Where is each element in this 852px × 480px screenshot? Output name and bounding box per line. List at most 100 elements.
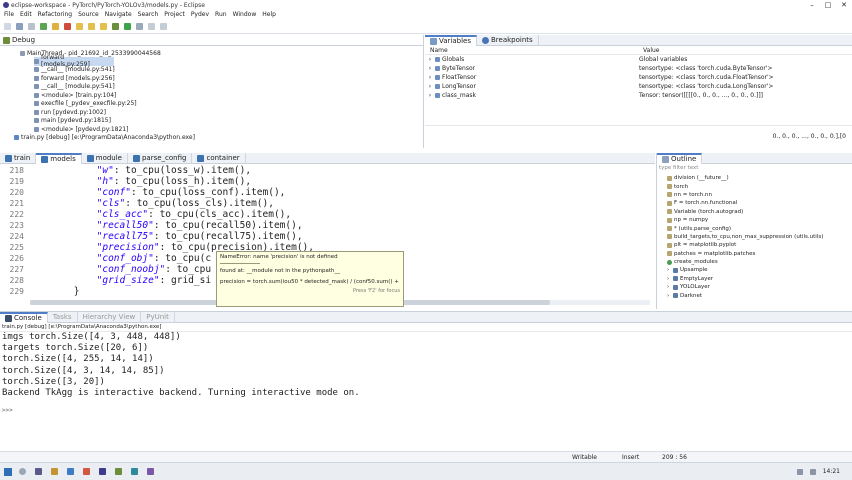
outline-item[interactable]: F = torch.nn.functional [667,199,852,207]
volume-icon[interactable] [809,468,816,475]
console-prompt[interactable]: >>> [2,405,852,416]
taskbar-search-icon[interactable] [19,468,26,475]
expand-icon[interactable]: › [425,83,435,90]
search-icon[interactable] [136,22,143,30]
outline-item[interactable]: › Upsample [667,266,852,274]
tab-pyunit[interactable]: PyUnit [141,311,175,323]
taskbar-app-icon[interactable] [99,468,106,475]
tab-module[interactable]: module [82,152,128,164]
outline-filter[interactable]: type filter text [657,165,852,173]
network-icon[interactable] [796,468,803,475]
minimize-button[interactable]: – [804,1,820,9]
debug-process[interactable]: train.py [debug] [e:\ProgramData\Anacond… [14,134,423,142]
menu-pydev[interactable]: Pydev [191,11,209,18]
start-icon[interactable] [4,467,12,476]
variable-row[interactable]: › LongTensor tensortype: <class 'torch.cud… [425,82,852,91]
stack-frame[interactable]: run [pydevd.py:1002] [34,108,423,117]
outline-item[interactable]: plt = matplotlib.pyplot [667,241,852,249]
console-output[interactable]: imgs torch.Size([4, 3, 448, 448]) target… [0,332,852,416]
taskbar-app-icon[interactable] [115,468,122,475]
stack-frame[interactable]: execfile [_pydev_execfile.py:25] [34,100,423,109]
taskbar-app-icon[interactable] [147,468,154,475]
print-icon[interactable] [28,22,35,30]
outline-item[interactable]: › EmptyLayer [667,275,852,283]
stack-frame[interactable]: forward [models.py:259] [34,54,114,68]
class-icon [673,284,678,290]
menu-window[interactable]: Window [233,11,257,18]
step-return-icon[interactable] [100,22,107,30]
expand-icon[interactable]: › [425,74,435,81]
outline-item[interactable]: division (__future__) [667,174,852,182]
outline-item[interactable]: nn = torch.nn [667,191,852,199]
stack-frame[interactable]: main [pydevd.py:1815] [34,117,423,126]
taskbar-app-icon[interactable] [83,468,90,475]
variable-row[interactable]: › Globals Global variables [425,55,852,64]
taskbar-app-icon[interactable] [35,468,42,475]
menu-project[interactable]: Project [164,11,185,18]
tab-models[interactable]: models [36,152,82,164]
col-name[interactable]: Name [425,47,639,54]
clock[interactable]: 14:21 [823,468,840,475]
tab-parse-config[interactable]: parse_config [128,152,193,164]
outline-item[interactable]: patches = matplotlib.patches [667,250,852,258]
menu-edit[interactable]: Edit [20,11,32,18]
variable-row[interactable]: › ByteTensor tensortype: <class 'torch.cud… [425,64,852,73]
tab-outline[interactable]: Outline [657,152,703,164]
run-icon[interactable] [124,22,131,30]
variable-row[interactable]: › class_mask Tensor: tensor([[[[0., 0., 0.… [425,91,852,100]
menu-navigate[interactable]: Navigate [105,11,132,18]
menu-search[interactable]: Search [138,11,159,18]
tab-hierarchy-view[interactable]: Hierarchy View [78,311,142,323]
tab-container[interactable]: container [192,152,246,164]
tab-tasks[interactable]: Tasks [48,311,78,323]
stack-frame[interactable]: <module> [train.py:104] [34,91,423,100]
terminate-icon[interactable] [64,22,71,30]
forward-icon[interactable] [160,22,167,30]
close-button[interactable]: ✕ [836,1,852,9]
stack-frame[interactable]: forward [models.py:256] [34,74,423,83]
menu-source[interactable]: Source [78,11,99,18]
menu-help[interactable]: Help [262,11,276,18]
variable-row[interactable]: › FloatTensor tensortype: <class 'torch.cu… [425,73,852,82]
outline-item[interactable]: create_modules [667,258,852,266]
tab-console[interactable]: Console [0,311,48,323]
tab-variables[interactable]: Variables [425,34,477,46]
back-icon[interactable] [148,22,155,30]
new-icon[interactable] [4,22,11,30]
taskbar-app-icon[interactable] [131,468,138,475]
breakpoint-icon [482,36,489,44]
tab-train[interactable]: train [0,152,37,164]
menu-file[interactable]: File [4,11,14,18]
menu-refactoring[interactable]: Refactoring [38,11,72,18]
taskbar-app-icon[interactable] [67,468,74,475]
col-value[interactable]: Value [639,47,659,54]
save-icon[interactable] [16,22,23,30]
stack-frame[interactable]: <module> [pydevd.py:1821] [34,125,423,134]
menu-run[interactable]: Run [215,11,227,18]
line-number: 227 [9,265,24,274]
outline-item[interactable]: * (utils.parse_config) [667,224,852,232]
step-into-icon[interactable] [76,22,83,30]
step-over-icon[interactable] [88,22,95,30]
expand-icon[interactable]: › [425,65,435,72]
import-icon [667,200,672,206]
resume-icon[interactable] [40,22,47,30]
taskbar-app-icon[interactable] [51,468,58,475]
function-icon [667,259,672,265]
expand-icon[interactable]: › [425,92,435,99]
outline-item[interactable]: › YOLOLayer [667,283,852,291]
frame-icon [34,118,39,124]
outline-item[interactable]: np = numpy [667,216,852,224]
debug-icon[interactable] [112,22,119,30]
stack-frame[interactable]: __call__ [module.py:541] [34,66,423,75]
outline-item[interactable]: Variable (torch.autograd) [667,208,852,216]
expand-icon[interactable]: › [425,56,435,63]
outline-item[interactable]: torch [667,182,852,190]
suspend-icon[interactable] [52,22,59,30]
stack-frame[interactable]: __call__ [module.py:541] [34,83,423,92]
maximize-button[interactable]: □ [820,1,836,9]
outline-item[interactable]: › Darknet [667,291,852,299]
tab-breakpoints[interactable]: Breakpoints [477,34,539,46]
debug-title[interactable]: Debug [12,36,35,44]
outline-item[interactable]: build_targets,to_cpu,non_max_suppression… [667,233,852,241]
